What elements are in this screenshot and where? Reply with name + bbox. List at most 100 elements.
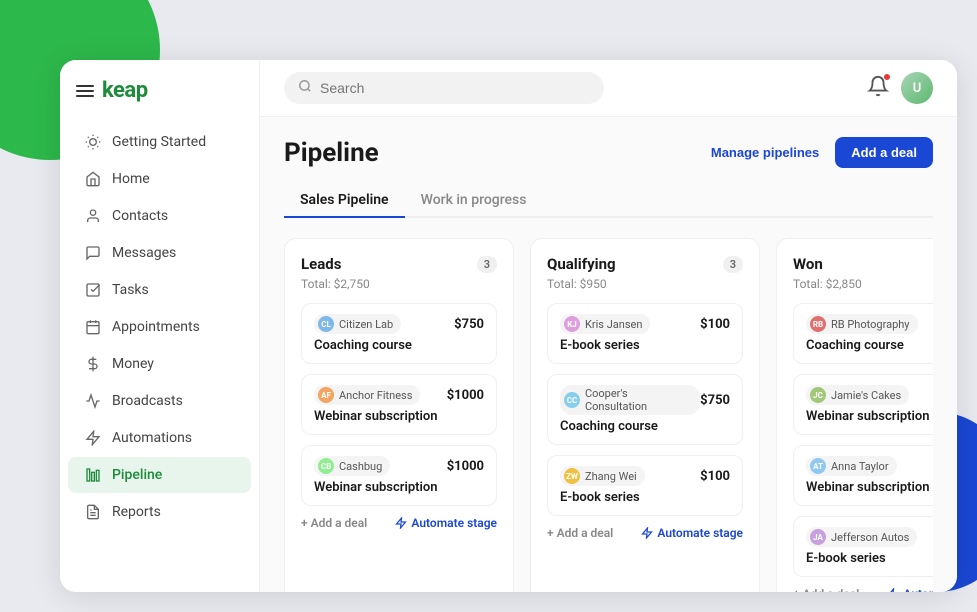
pipeline-tabs: Sales Pipeline Work in progress — [284, 184, 933, 218]
deal-name: Coaching course — [560, 419, 730, 434]
deal-card-top: KJ Kris Jansen $100 — [560, 314, 730, 334]
sidebar-item-money[interactable]: Money — [68, 346, 251, 382]
pipeline-header: Pipeline Manage pipelines Add a deal — [284, 137, 933, 168]
sidebar-item-automations[interactable]: Automations — [68, 420, 251, 456]
deal-card[interactable]: ZW Zhang Wei $100 E-book series — [547, 455, 743, 516]
deal-tag: JA Jefferson Autos — [806, 527, 917, 547]
deal-tag-avatar: AF — [318, 387, 334, 403]
automate-link-qualifying[interactable]: Automate stage — [641, 526, 743, 540]
deal-tag-avatar: CB — [318, 458, 334, 474]
sidebar: keap Getting Started Home Contacts — [60, 60, 260, 592]
deal-card[interactable]: CL Citizen Lab $750 Coaching course — [301, 303, 497, 364]
sidebar-item-home[interactable]: Home — [68, 161, 251, 197]
sidebar-item-messages-label: Messages — [112, 245, 176, 261]
column-header-won: Won 4 — [793, 255, 933, 273]
deal-tag-avatar: CL — [318, 316, 334, 332]
deal-card[interactable]: RB RB Photography $750 Coaching course — [793, 303, 933, 364]
column-total-leads: Total: $2,750 — [301, 277, 497, 291]
deal-name: Webinar subscription — [314, 480, 484, 495]
hamburger-icon[interactable] — [76, 85, 94, 97]
deal-amount: $750 — [454, 317, 484, 332]
sidebar-item-getting-started[interactable]: Getting Started — [68, 124, 251, 160]
deal-tag-avatar: RB — [810, 316, 826, 332]
deal-tag-label: Zhang Wei — [585, 470, 637, 483]
sidebar-logo: keap — [60, 60, 259, 119]
search-icon — [298, 79, 312, 97]
deal-name: E-book series — [560, 490, 730, 505]
sun-icon — [84, 133, 102, 151]
deal-card[interactable]: AF Anchor Fitness $1000 Webinar subscrip… — [301, 374, 497, 435]
deal-name: Webinar subscription — [314, 409, 484, 424]
column-total-qualifying: Total: $950 — [547, 277, 743, 291]
deal-tag-label: Kris Jansen — [585, 318, 642, 331]
automate-link-leads[interactable]: Automate stage — [395, 516, 497, 530]
deal-tag: AT Anna Taylor — [806, 456, 897, 476]
deal-card-top: JC Jamie's Cakes $1000 — [806, 385, 933, 405]
deal-tag-avatar: ZW — [564, 468, 580, 484]
deal-tag: CL Citizen Lab — [314, 314, 401, 334]
automate-link-won[interactable]: Automate stage — [887, 587, 933, 592]
deal-card[interactable]: AT Anna Taylor $1000 Webinar subscriptio… — [793, 445, 933, 506]
column-header-qualifying: Qualifying 3 — [547, 255, 743, 273]
automate-label-won: Automate stage — [903, 587, 933, 592]
automations-icon — [84, 429, 102, 447]
deal-amount: $750 — [700, 393, 730, 408]
deal-tag-avatar: KJ — [564, 316, 580, 332]
column-header-leads: Leads 3 — [301, 255, 497, 273]
deal-card[interactable]: CC Cooper's Consultation $750 Coaching c… — [547, 374, 743, 445]
pipeline-actions: Manage pipelines Add a deal — [711, 137, 933, 168]
deal-card[interactable]: JA Jefferson Autos $100 E-book series — [793, 516, 933, 577]
deal-card[interactable]: KJ Kris Jansen $100 E-book series — [547, 303, 743, 364]
sidebar-item-appointments[interactable]: Appointments — [68, 309, 251, 345]
deal-card[interactable]: CB Cashbug $1000 Webinar subscription — [301, 445, 497, 506]
deal-tag-label: Jamie's Cakes — [831, 389, 901, 402]
add-deal-link-leads[interactable]: + Add a deal — [301, 516, 367, 530]
deal-tag-label: Cooper's Consultation — [585, 387, 692, 413]
avatar[interactable]: U — [901, 72, 933, 104]
deal-tag-label: Jefferson Autos — [831, 531, 909, 544]
sidebar-item-pipeline[interactable]: Pipeline — [68, 457, 251, 493]
deal-tag-avatar: AT — [810, 458, 826, 474]
sidebar-item-getting-started-label: Getting Started — [112, 134, 206, 150]
deal-card[interactable]: JC Jamie's Cakes $1000 Webinar subscript… — [793, 374, 933, 435]
sidebar-item-contacts[interactable]: Contacts — [68, 198, 251, 234]
column-title-leads: Leads — [301, 255, 341, 273]
add-deal-button[interactable]: Add a deal — [835, 137, 933, 168]
sidebar-item-reports[interactable]: Reports — [68, 494, 251, 530]
reports-icon — [84, 503, 102, 521]
deal-card-top: JA Jefferson Autos $100 — [806, 527, 933, 547]
sidebar-item-pipeline-label: Pipeline — [112, 467, 162, 483]
column-badge-qualifying: 3 — [723, 256, 743, 273]
notification-dot — [883, 73, 891, 81]
add-deal-link-qualifying[interactable]: + Add a deal — [547, 526, 613, 540]
sidebar-item-tasks[interactable]: Tasks — [68, 272, 251, 308]
column-footer-leads: + Add a deal Automate stage — [301, 516, 497, 530]
appointments-icon — [84, 318, 102, 336]
deal-card-top: CC Cooper's Consultation $750 — [560, 385, 730, 415]
add-deal-link-won[interactable]: + Add a deal — [793, 587, 859, 592]
main-card: keap Getting Started Home Contacts — [60, 60, 957, 592]
automate-label-leads: Automate stage — [411, 516, 497, 530]
tab-sales-pipeline[interactable]: Sales Pipeline — [284, 184, 405, 218]
sidebar-item-automations-label: Automations — [112, 430, 192, 446]
contacts-icon — [84, 207, 102, 225]
sidebar-item-appointments-label: Appointments — [112, 319, 200, 335]
manage-pipelines-button[interactable]: Manage pipelines — [711, 145, 819, 160]
column-total-won: Total: $2,850 — [793, 277, 933, 291]
deal-tag: CC Cooper's Consultation — [560, 385, 700, 415]
deal-amount: $100 — [700, 317, 730, 332]
sidebar-item-messages[interactable]: Messages — [68, 235, 251, 271]
deal-name: Webinar subscription — [806, 480, 933, 495]
notification-bell[interactable] — [867, 75, 889, 101]
search-input[interactable] — [320, 80, 590, 96]
sidebar-item-broadcasts-label: Broadcasts — [112, 393, 183, 409]
pipeline-column-won: Won 4 Total: $2,850 RB RB Photography $7… — [776, 238, 933, 592]
top-bar-right: U — [867, 72, 933, 104]
column-badge-leads: 3 — [477, 256, 497, 273]
deal-amount: $1000 — [447, 388, 484, 403]
deal-name: E-book series — [560, 338, 730, 353]
search-bar[interactable] — [284, 72, 604, 104]
deal-tag-avatar: CC — [564, 392, 580, 408]
tab-work-in-progress[interactable]: Work in progress — [405, 184, 543, 218]
sidebar-item-broadcasts[interactable]: Broadcasts — [68, 383, 251, 419]
